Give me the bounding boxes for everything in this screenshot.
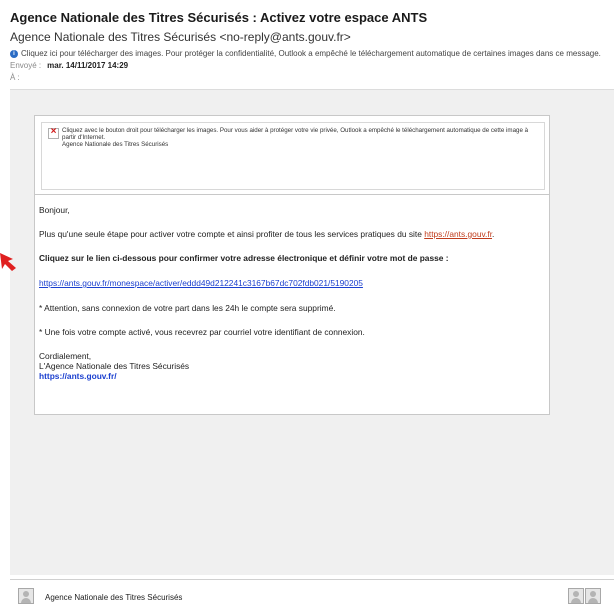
to-label: À : xyxy=(10,73,20,82)
blocked-image-text: Cliquez avec le bouton droit pour téléch… xyxy=(62,127,532,148)
greeting: Bonjour, xyxy=(39,205,70,215)
signature-name: L'Agence Nationale des Titres Sécurisés xyxy=(39,361,190,371)
ants-site-link[interactable]: https://ants.gouv.fr xyxy=(424,229,492,239)
avatar-body-shape xyxy=(588,598,598,603)
activation-link[interactable]: https://ants.gouv.fr/monespace/activer/e… xyxy=(39,278,363,288)
info-icon: i xyxy=(10,49,18,58)
instruction-text: Cliquez sur le lien ci-dessous pour conf… xyxy=(39,253,449,263)
signature-url[interactable]: https://ants.gouv.fr/ xyxy=(39,371,117,381)
image-download-infobar[interactable]: i Cliquez ici pour télécharger des images… xyxy=(10,49,614,58)
people-pane: Agence Nationale des Titres Sécurisés xyxy=(10,579,614,610)
closing: Cordialement, xyxy=(39,351,92,361)
activation-paragraph: https://ants.gouv.fr/monespace/activer/e… xyxy=(39,278,363,288)
intro-paragraph: Plus qu'une seule étape pour activer vot… xyxy=(39,229,494,239)
avatar-body-shape xyxy=(21,598,31,603)
sender-avatar[interactable] xyxy=(18,588,34,604)
contact-avatar-1[interactable] xyxy=(568,588,584,604)
email-subject: Agence Nationale des Titres Sécurisés : … xyxy=(10,10,428,25)
broken-image-icon xyxy=(48,126,59,139)
sent-value: mar. 14/11/2017 14:29 xyxy=(47,61,129,70)
avatar-head-shape xyxy=(590,591,596,597)
avatar-body-shape xyxy=(571,598,581,603)
intro-end: . xyxy=(492,229,495,239)
blocked-image-notice: Cliquez avec le bouton droit pour téléch… xyxy=(62,127,529,141)
email-sender[interactable]: Agence Nationale des Titres Sécurisés <n… xyxy=(10,30,351,44)
avatar-head-shape xyxy=(23,591,29,597)
infobar-text[interactable]: Cliquez ici pour télécharger des images.… xyxy=(21,49,601,58)
email-header: Agence Nationale des Titres Sécurisés : … xyxy=(0,0,614,88)
blocked-image-placeholder[interactable]: Cliquez avec le bouton droit pour téléch… xyxy=(41,122,545,190)
blocked-image-alt: Agence Nationale des Titres Sécurisés xyxy=(62,141,169,148)
intro-text: Plus qu'une seule étape pour activer vot… xyxy=(39,229,422,239)
sent-label: Envoyé : xyxy=(10,61,42,70)
contact-avatar-2[interactable] xyxy=(585,588,601,604)
avatar-head-shape xyxy=(573,591,579,597)
red-arrow-annotation xyxy=(0,253,16,271)
sent-row: Envoyé : mar. 14/11/2017 14:29 xyxy=(10,61,128,70)
footer-sender-name[interactable]: Agence Nationale des Titres Sécurisés xyxy=(45,593,182,602)
blocked-image-frame[interactable]: Cliquez avec le bouton droit pour téléch… xyxy=(34,115,550,195)
warning-note: * Attention, sans connexion de votre par… xyxy=(39,303,336,313)
identifier-note: * Une fois votre compte activé, vous rec… xyxy=(39,327,365,337)
email-body: Bonjour, Plus qu'une seule étape pour ac… xyxy=(34,195,550,415)
